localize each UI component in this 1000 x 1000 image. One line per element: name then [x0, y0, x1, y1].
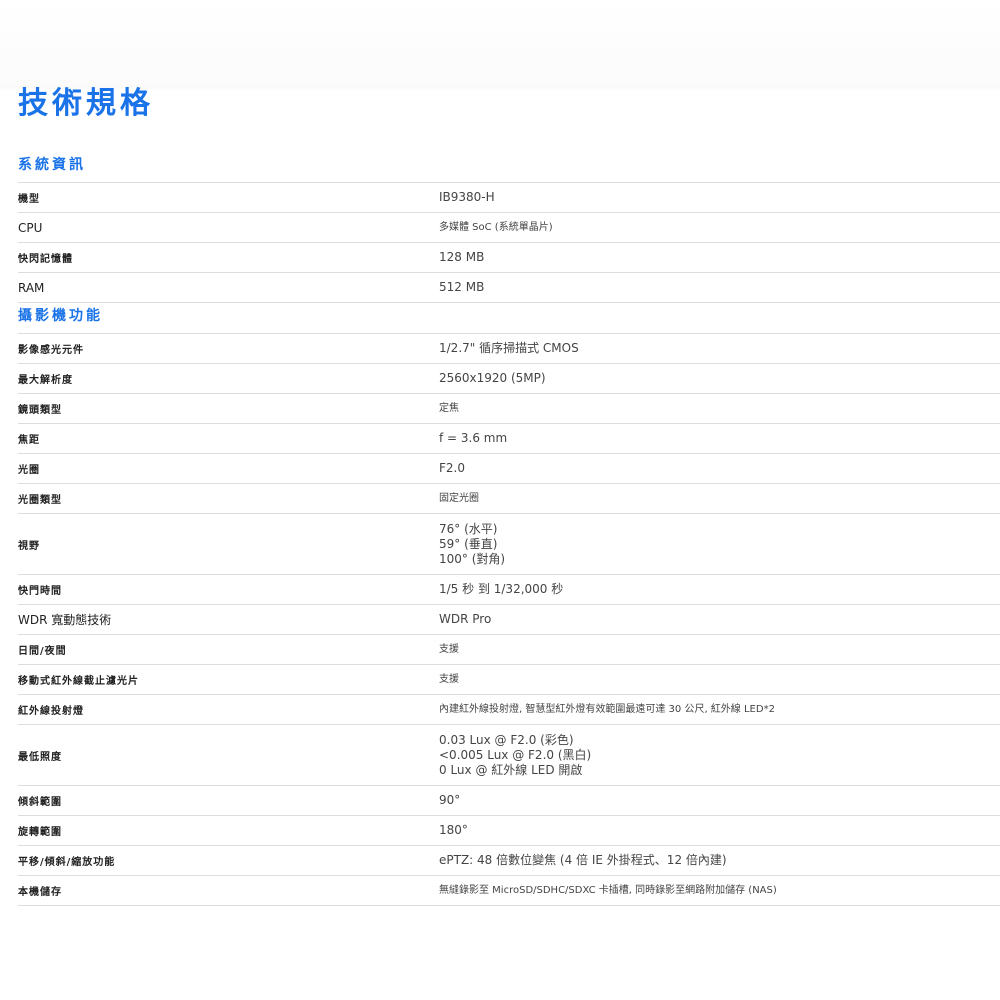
spec-label: 日間/夜間: [18, 646, 67, 657]
spec-row: 快門時間 1/5 秒 到 1/32,000 秒: [18, 575, 1000, 605]
spec-label: 光圈類型: [18, 495, 62, 506]
spec-row: 最大解析度 2560x1920 (5MP): [18, 364, 1000, 394]
spec-value: 512 MB: [439, 280, 485, 294]
spec-label: 傾斜範圍: [18, 797, 62, 808]
spec-row: 日間/夜間 支援: [18, 635, 1000, 665]
spec-label: 光圈: [18, 465, 40, 476]
spec-row: 傾斜範圍 90°: [18, 786, 1000, 816]
spec-row: 最低照度 0.03 Lux @ F2.0 (彩色) <0.005 Lux @ F…: [18, 725, 1000, 786]
spec-value: 支援: [439, 644, 459, 655]
spec-row: 機型 IB9380-H: [18, 183, 1000, 213]
spec-label: 最大解析度: [18, 375, 73, 386]
spec-value: ePTZ: 48 倍數位變焦 (4 倍 IE 外掛程式、12 倍內建): [439, 853, 727, 867]
spec-value: 128 MB: [439, 250, 485, 264]
spec-row: CPU 多媒體 SoC (系統單晶片): [18, 213, 1000, 243]
spec-label: 快閃記憶體: [18, 254, 73, 265]
spec-row: 本機儲存 無縫錄影至 MicroSD/SDHC/SDXC 卡插槽, 同時錄影至網…: [18, 876, 1000, 906]
spec-label: 平移/傾斜/縮放功能: [18, 857, 116, 868]
spec-value: F2.0: [439, 461, 465, 475]
spec-value: 內建紅外線投射燈, 智慧型紅外燈有效範圍最遠可達 30 公尺, 紅外線 LED*…: [439, 704, 775, 715]
spec-label: 最低照度: [18, 751, 62, 763]
spec-label: 移動式紅外線截止濾光片: [18, 676, 139, 687]
spec-value: 支援: [439, 674, 459, 685]
spec-row: RAM 512 MB: [18, 273, 1000, 303]
spec-label: WDR 寬動態技術: [18, 613, 112, 627]
spec-label: CPU: [18, 220, 43, 235]
spec-value: 180°: [439, 823, 468, 837]
spec-label: 旋轉範圍: [18, 827, 62, 838]
spec-label: 鏡頭類型: [18, 405, 62, 416]
spec-row: 快閃記憶體 128 MB: [18, 243, 1000, 273]
spec-label: 快門時間: [18, 586, 62, 597]
spec-row: 平移/傾斜/縮放功能 ePTZ: 48 倍數位變焦 (4 倍 IE 外掛程式、1…: [18, 846, 1000, 876]
spec-row: 旋轉範圍 180°: [18, 816, 1000, 846]
spec-value: WDR Pro: [439, 612, 492, 626]
spec-row: 光圈 F2.0: [18, 454, 1000, 484]
spec-label: RAM: [18, 280, 45, 295]
spec-row: 移動式紅外線截止濾光片 支援: [18, 665, 1000, 695]
spec-row: WDR 寬動態技術 WDR Pro: [18, 605, 1000, 635]
section-header-system-info: 系統資訊: [18, 152, 1000, 183]
spec-value: 1/5 秒 到 1/32,000 秒: [439, 582, 564, 596]
top-bar: [0, 0, 1000, 86]
spec-label: 視野: [18, 540, 40, 552]
page-title: 技術規格: [18, 86, 154, 121]
spec-value: f = 3.6 mm: [439, 431, 508, 445]
spec-value: 無縫錄影至 MicroSD/SDHC/SDXC 卡插槽, 同時錄影至網路附加儲存…: [439, 885, 777, 896]
spec-label: 機型: [18, 194, 40, 205]
spec-value: 多媒體 SoC (系統單晶片): [439, 222, 553, 233]
spec-value: 定焦: [439, 403, 459, 414]
spec-value: 1/2.7" 循序掃描式 CMOS: [439, 341, 579, 355]
spec-value: 90°: [439, 793, 461, 807]
spec-value: 0.03 Lux @ F2.0 (彩色) <0.005 Lux @ F2.0 (…: [439, 732, 592, 777]
spec-row: 紅外線投射燈 內建紅外線投射燈, 智慧型紅外燈有效範圍最遠可達 30 公尺, 紅…: [18, 695, 1000, 725]
spec-value: 固定光圈: [439, 493, 479, 504]
spec-row: 鏡頭類型 定焦: [18, 394, 1000, 424]
spec-row: 視野 76° (水平) 59° (垂直) 100° (對角): [18, 514, 1000, 575]
spec-row: 光圈類型 固定光圈: [18, 484, 1000, 514]
spec-row: 焦距 f = 3.6 mm: [18, 424, 1000, 454]
spec-label: 本機儲存: [18, 887, 62, 898]
spec-table: 系統資訊 機型 IB9380-H CPU 多媒體 SoC (系統單晶片) 快閃記…: [18, 152, 1000, 906]
spec-label: 焦距: [18, 435, 40, 446]
spec-value: 76° (水平) 59° (垂直) 100° (對角): [439, 521, 506, 566]
section-header-camera-features: 攝影機功能: [18, 303, 1000, 334]
spec-value: 2560x1920 (5MP): [439, 371, 546, 385]
spec-label: 紅外線投射燈: [18, 706, 84, 717]
spec-label: 影像感光元件: [18, 345, 84, 356]
spec-value: IB9380-H: [439, 190, 495, 204]
spec-row: 影像感光元件 1/2.7" 循序掃描式 CMOS: [18, 334, 1000, 364]
